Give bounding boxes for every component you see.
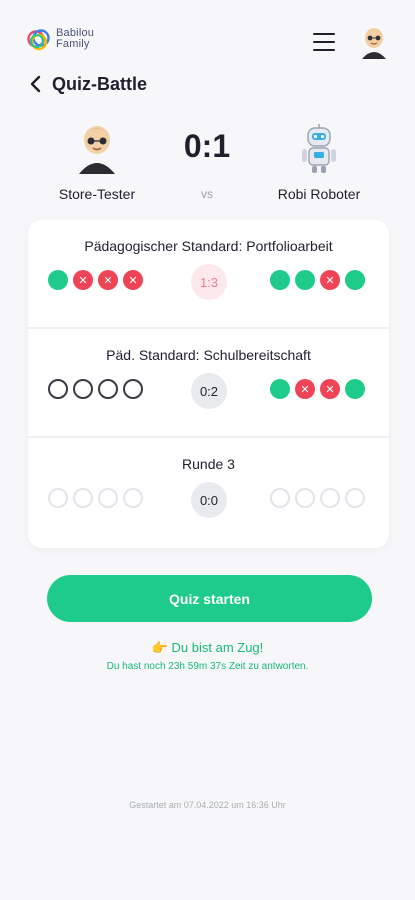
round-score: 0:0 [191, 482, 227, 518]
correct-answer-dot [48, 270, 68, 290]
title-row: Quiz-Battle [26, 70, 147, 98]
wrong-answer-x-icon: ✕ [320, 270, 340, 290]
player-right-name: Robi Roboter [277, 186, 361, 202]
round-answers-row: 0:0 [48, 482, 365, 518]
right-answers: ✕ [270, 270, 365, 290]
robot-avatar [302, 124, 336, 173]
logo-line2: Family [56, 38, 90, 50]
hamburger-menu-icon[interactable] [313, 33, 335, 51]
wrong-answer-x-icon: ✕ [98, 270, 118, 290]
rounds-card: Pädagogischer Standard: Portfolioarbeit … [28, 220, 389, 548]
round-title: Runde 3 [182, 456, 235, 472]
round[interactable]: Päd. Standard: Schulbereitschaft 0:2 ✕ ✕ [28, 329, 389, 438]
round-answers-row: ✕ ✕ ✕ 1:3 ✕ [48, 264, 365, 300]
left-answers: ✕ ✕ ✕ [48, 270, 143, 290]
player-left-avatar [79, 126, 115, 174]
wrong-answer-x-icon: ✕ [295, 379, 315, 399]
player-left: Store-Tester [42, 122, 152, 202]
wrong-answer-x-icon: ✕ [320, 379, 340, 399]
round-title: Pädagogischer Standard: Portfolioarbeit [84, 238, 333, 254]
correct-answer-dot [295, 270, 315, 290]
time-left-text: Du hast noch 23h 59m 37s Zeit zu antwort… [106, 661, 309, 672]
start-quiz-button[interactable]: Quiz starten [47, 575, 372, 622]
pointing-hand-icon: 👉 [151, 640, 168, 655]
match-score: 0:1 [183, 128, 231, 164]
logo-rings-icon [27, 29, 50, 51]
right-answers [270, 488, 365, 508]
round-score: 0:2 [191, 373, 227, 409]
pending-circle [320, 488, 340, 508]
round-title: Päd. Standard: Schulbereitschaft [106, 347, 311, 363]
pending-circle [73, 488, 93, 508]
back-chevron-icon[interactable] [26, 74, 46, 94]
round[interactable]: Runde 3 0:0 [28, 438, 389, 547]
wrong-answer-x-icon: ✕ [73, 270, 93, 290]
pending-circle [345, 488, 365, 508]
vs-label: vs [201, 187, 213, 201]
user-avatar[interactable] [358, 25, 390, 59]
left-answers [48, 379, 143, 399]
round[interactable]: Pädagogischer Standard: Portfolioarbeit … [28, 220, 389, 329]
correct-answer-dot [345, 270, 365, 290]
right-answers: ✕ ✕ [270, 379, 365, 399]
page-title: Quiz-Battle [52, 73, 148, 94]
correct-answer-dot [270, 379, 290, 399]
round-answers-row: 0:2 ✕ ✕ [48, 373, 365, 409]
unanswered-circle [98, 379, 118, 399]
round-score: 1:3 [191, 264, 227, 300]
left-answers [48, 488, 143, 508]
pending-circle [123, 488, 143, 508]
player-right: Robi Roboter [264, 122, 374, 202]
unanswered-circle [48, 379, 68, 399]
player-left-name: Store-Tester [58, 186, 136, 202]
pending-circle [295, 488, 315, 508]
turn-text: Du bist am Zug! [171, 640, 264, 655]
unanswered-circle [73, 379, 93, 399]
unanswered-circle [123, 379, 143, 399]
pending-circle [98, 488, 118, 508]
babilou-logo[interactable]: Babilou Family [26, 26, 106, 54]
started-timestamp: Gestartet am 07.04.2022 um 16:36 Uhr [129, 800, 286, 810]
pending-circle [270, 488, 290, 508]
app-header: Babilou Family [0, 0, 415, 70]
turn-message: 👉 Du bist am Zug! [0, 640, 415, 656]
wrong-answer-x-icon: ✕ [123, 270, 143, 290]
correct-answer-dot [270, 270, 290, 290]
logo-text: Babilou Family [56, 28, 94, 50]
pending-circle [48, 488, 68, 508]
correct-answer-dot [345, 379, 365, 399]
